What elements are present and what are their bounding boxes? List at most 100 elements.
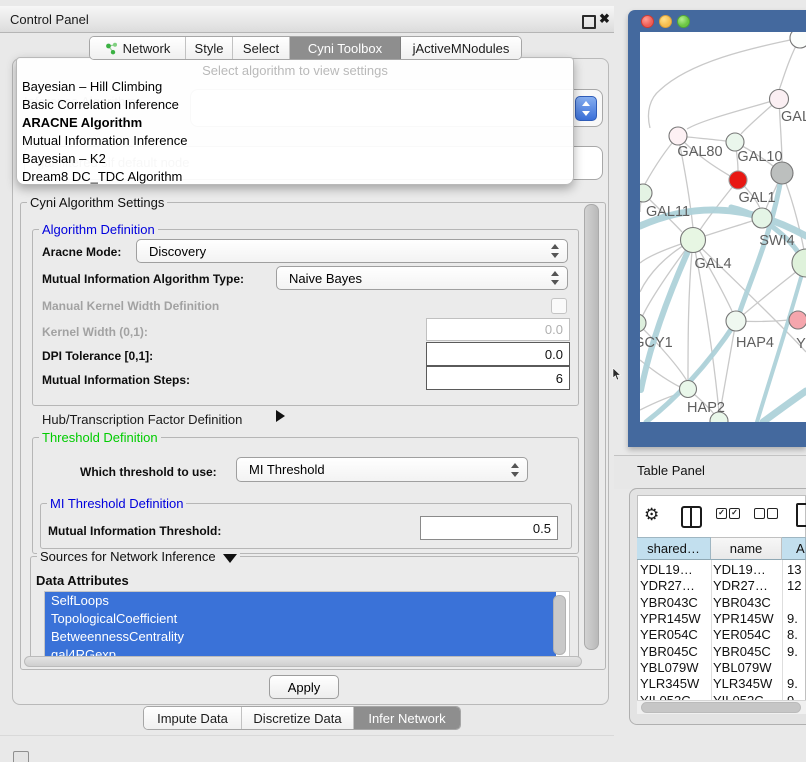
mi-algorithm-type-combobox[interactable]: Naive Bayes xyxy=(276,266,568,290)
dropdown-item-selected[interactable]: ARACNE Algorithm xyxy=(22,115,142,130)
horizontal-scrollbar[interactable] xyxy=(24,656,582,667)
minimize-traffic-icon[interactable] xyxy=(659,15,672,28)
collapse-down-icon[interactable] xyxy=(223,554,237,563)
float-window-icon[interactable] xyxy=(582,15,596,29)
mi-steps-value: 6 xyxy=(556,371,569,386)
select-all-icon[interactable]: ✓ xyxy=(729,508,740,519)
dropdown-placeholder: Select algorithm to view settings xyxy=(17,63,573,78)
tab-impute-data[interactable]: Impute Data xyxy=(144,707,242,729)
chevron-updown-icon xyxy=(511,463,520,477)
table-row[interactable]: YBR045CYBR045C9. xyxy=(637,644,806,660)
node-label: SWI4 xyxy=(759,233,794,249)
mi-steps-field[interactable]: 6 xyxy=(426,366,570,390)
apply-button[interactable]: Apply xyxy=(269,675,339,699)
deselect-all-icon[interactable] xyxy=(754,508,765,519)
window-divider xyxy=(0,735,614,736)
gear-icon[interactable]: ⚙ xyxy=(644,505,659,525)
aracne-mode-label: Aracne Mode: xyxy=(42,245,121,259)
tab-select[interactable]: Select xyxy=(233,37,290,59)
table-row[interactable]: YPR145WYPR145W9. xyxy=(637,611,806,627)
data-attributes-label: Data Attributes xyxy=(36,573,129,588)
minimized-panel-icon[interactable] xyxy=(13,751,29,762)
kernel-width-value: 0.0 xyxy=(545,322,569,337)
which-threshold-value: MI Threshold xyxy=(237,462,325,477)
column-header-name[interactable]: name xyxy=(711,537,782,560)
table-row[interactable]: YDL19…YDL19…13 xyxy=(637,562,806,578)
zoom-traffic-icon[interactable] xyxy=(677,15,690,28)
list-item[interactable]: SelfLoops xyxy=(45,592,556,610)
network-graph: GAL GAL80 GAL10 GAL1 GAL11 SWI4 GAL4 GCY… xyxy=(640,32,806,422)
node-gcy1[interactable] xyxy=(640,314,646,332)
mi-threshold-value: 0.5 xyxy=(533,521,557,536)
mi-steps-label: Mutual Information Steps: xyxy=(42,373,190,387)
table-row[interactable]: YBL079WYBL079W xyxy=(637,660,806,676)
node-partial-top[interactable] xyxy=(790,32,806,48)
manual-kernel-checkbox[interactable] xyxy=(551,298,567,314)
threshold-definition-title: Threshold Definition xyxy=(39,430,161,445)
network-icon xyxy=(105,42,118,55)
dropdown-item[interactable]: Bayesian – K2 xyxy=(22,151,106,166)
tab-network[interactable]: Network xyxy=(90,37,186,59)
node-gray[interactable] xyxy=(771,162,793,184)
page-icon[interactable] xyxy=(796,503,806,527)
dropdown-item[interactable]: Mutual Information Inference xyxy=(22,133,187,148)
node-hap2[interactable] xyxy=(680,381,697,398)
select-all-icon[interactable]: ✓ xyxy=(716,508,727,519)
mi-threshold-field[interactable]: 0.5 xyxy=(420,516,558,540)
dpi-tolerance-label: DPI Tolerance [0,1]: xyxy=(42,349,153,363)
kernel-width-field[interactable]: 0.0 xyxy=(426,318,570,341)
split-columns-icon[interactable] xyxy=(681,506,702,528)
dpi-tolerance-value: 0.0 xyxy=(545,347,569,362)
table-row[interactable]: YLR345WYLR345W9. xyxy=(637,676,806,692)
node-label: GAL1 xyxy=(738,190,775,206)
node-gal80[interactable] xyxy=(669,127,687,145)
list-item[interactable]: BetweennessCentrality xyxy=(45,628,556,646)
vertical-scrollbar[interactable] xyxy=(584,204,599,650)
table-hscroll-thumb[interactable] xyxy=(641,702,801,713)
tab-discretize-data[interactable]: Discretize Data xyxy=(242,707,354,729)
control-panel-titlebar xyxy=(0,6,614,33)
dropdown-item[interactable]: Bayesian – Hill Climbing xyxy=(22,79,162,94)
tab-cyni-toolbox[interactable]: Cyni Toolbox xyxy=(290,37,401,59)
mouse-cursor xyxy=(612,368,622,381)
column-header-shared-name[interactable]: shared… xyxy=(637,537,711,560)
mi-threshold-definition-title: MI Threshold Definition xyxy=(47,496,186,511)
node-gal-top[interactable] xyxy=(770,90,789,109)
which-threshold-combobox[interactable]: MI Threshold xyxy=(236,457,528,482)
network-canvas[interactable]: GAL GAL80 GAL10 GAL1 GAL11 SWI4 GAL4 GCY… xyxy=(640,32,806,422)
dropdown-item[interactable]: Basic Correlation Inference xyxy=(22,97,179,112)
dropdown-item[interactable]: Dream8 DC_TDC Algorithm xyxy=(22,169,182,184)
node-pink-right[interactable] xyxy=(789,311,806,329)
tab-jactivemnodules[interactable]: jActiveMNodules xyxy=(401,37,521,59)
close-traffic-icon[interactable] xyxy=(641,15,654,28)
deselect-all-icon[interactable] xyxy=(767,508,778,519)
column-header-partial[interactable]: A xyxy=(782,537,806,560)
node-hap4[interactable] xyxy=(726,311,746,331)
node-label: GCY1 xyxy=(640,335,673,351)
node-label: HAP2 xyxy=(687,400,725,416)
list-item[interactable]: TopologicalCoefficient xyxy=(45,610,556,628)
close-icon[interactable]: ✖ xyxy=(599,11,610,27)
node-gal1-selected[interactable] xyxy=(729,171,747,189)
node-label: HAP4 xyxy=(736,335,774,351)
node-label: GAL xyxy=(781,109,806,125)
kernel-width-label: Kernel Width (0,1): xyxy=(42,325,148,339)
table-row[interactable]: YDR27…YDR27…12 xyxy=(637,578,806,594)
aracne-mode-combobox[interactable]: Discovery xyxy=(136,239,568,263)
sources-title: Sources for Network Inference xyxy=(37,549,240,564)
node-gal4[interactable] xyxy=(681,228,706,253)
node-swi4[interactable] xyxy=(752,208,772,228)
expand-right-icon[interactable] xyxy=(276,410,285,422)
data-attributes-list[interactable]: SelfLoops TopologicalCoefficient Between… xyxy=(44,591,570,659)
tab-style[interactable]: Style xyxy=(186,37,233,59)
mi-algorithm-type-label: Mutual Information Algorithm Type: xyxy=(42,272,244,286)
control-panel-title: Control Panel xyxy=(10,12,89,27)
which-threshold-label: Which threshold to use: xyxy=(80,465,217,479)
table-row[interactable]: YER054CYER054C8. xyxy=(637,627,806,643)
tab-infer-network[interactable]: Infer Network xyxy=(354,707,460,729)
table-row[interactable]: YBR043CYBR043C xyxy=(637,595,806,611)
list-scrollbar[interactable] xyxy=(553,595,566,655)
algorithm-definition-title: Algorithm Definition xyxy=(39,222,158,237)
combobox-stepper-icon[interactable] xyxy=(575,96,597,121)
dpi-tolerance-field[interactable]: 0.0 xyxy=(426,342,570,366)
